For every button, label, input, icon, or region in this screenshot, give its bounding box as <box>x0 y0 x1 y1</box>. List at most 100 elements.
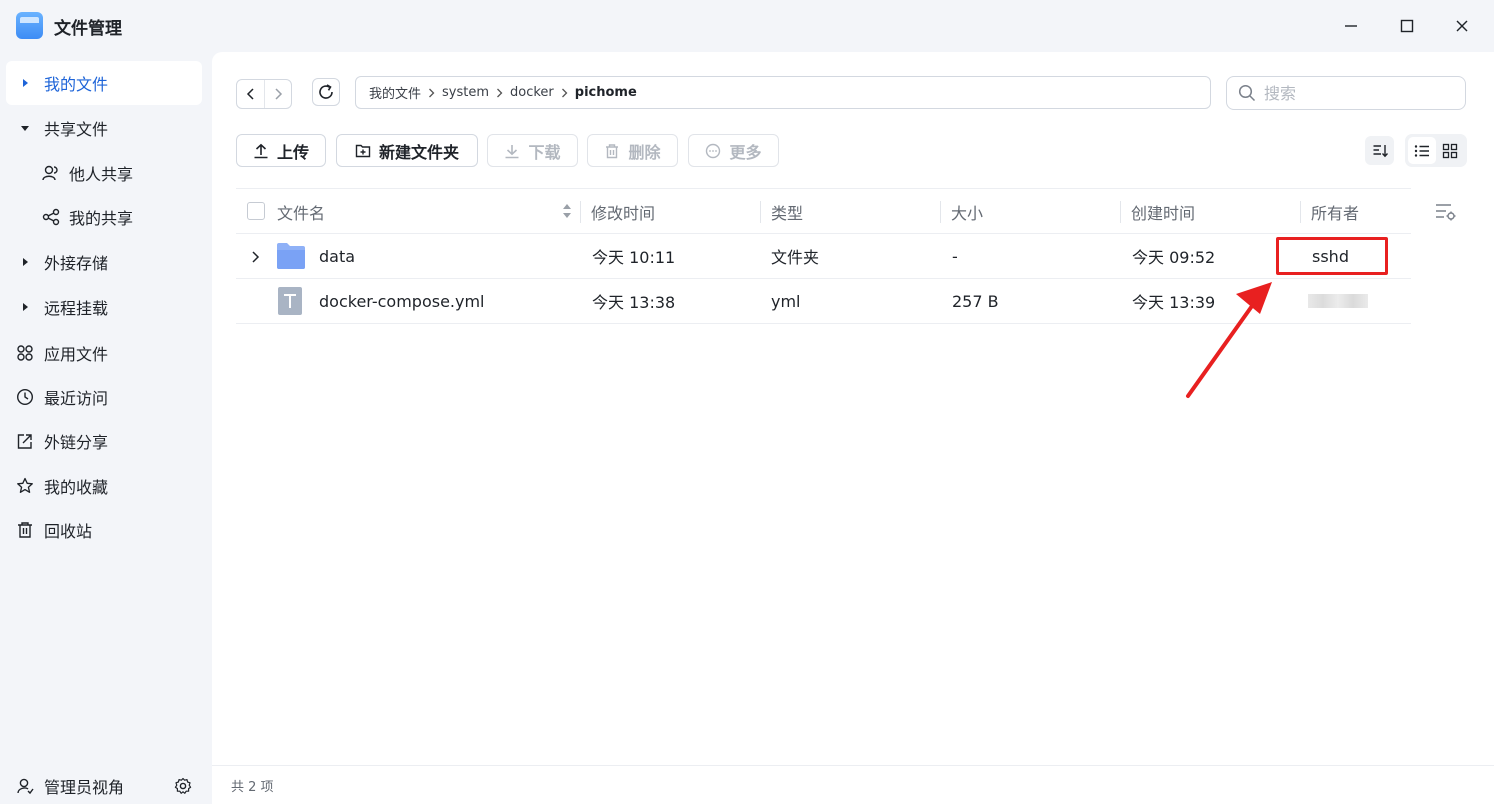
sort-arrows-icon[interactable] <box>562 202 572 224</box>
column-header-name[interactable]: 文件名 <box>277 189 325 234</box>
sidebar-item-external-storage[interactable]: 外接存储 <box>6 240 202 284</box>
star-icon <box>16 477 34 495</box>
sidebar-item-label: 远程挂载 <box>44 299 109 318</box>
sidebar-item-label: 最近访问 <box>44 389 109 408</box>
item-count: 共 2 项 <box>231 779 274 795</box>
minimize-icon <box>1345 25 1357 27</box>
modified-time: 今天 10:11 <box>592 248 676 267</box>
clock-icon <box>16 388 34 406</box>
table-row[interactable]: data 今天 10:11 文件夹 - 今天 09:52 sshd <box>236 234 1411 279</box>
sidebar-item-label: 我的收藏 <box>44 478 109 497</box>
sidebar-item-recycle-bin[interactable]: 回收站 <box>6 508 202 552</box>
trash-icon <box>16 521 34 539</box>
refresh-icon <box>319 84 333 99</box>
column-header-size[interactable]: 大小 <box>951 189 983 234</box>
download-button[interactable]: 下载 <box>487 134 578 167</box>
close-button[interactable] <box>1448 12 1476 40</box>
column-divider[interactable] <box>760 201 761 223</box>
breadcrumb-current: pichome <box>574 85 637 100</box>
delete-button[interactable]: 删除 <box>587 134 678 167</box>
status-bar: 共 2 项 <box>212 765 1494 804</box>
annotation-highlight-box <box>1276 237 1388 275</box>
apps-icon <box>16 344 34 362</box>
sidebar-item-my-shares[interactable]: 我的共享 <box>36 195 202 239</box>
column-divider[interactable] <box>1300 201 1301 223</box>
sidebar-item-recent[interactable]: 最近访问 <box>6 375 202 419</box>
breadcrumb[interactable]: 我的文件 system docker pichome <box>355 76 1211 109</box>
sidebar-item-shared-with-me[interactable]: 他人共享 <box>36 151 202 195</box>
upload-icon <box>253 143 269 159</box>
sidebar-item-shared-files[interactable]: 共享文件 <box>6 106 202 150</box>
title-bar: 文件管理 <box>0 0 1494 52</box>
grid-icon <box>1442 143 1458 158</box>
search-input[interactable] <box>1264 83 1454 103</box>
new-folder-icon <box>355 143 371 159</box>
annotation-arrow <box>1180 280 1280 404</box>
sidebar-item-external-links[interactable]: 外链分享 <box>6 419 202 463</box>
file-name: data <box>319 246 356 266</box>
file-type: 文件夹 <box>771 248 820 267</box>
column-settings-icon[interactable] <box>1435 202 1457 226</box>
more-label: 更多 <box>729 142 762 162</box>
admin-view-label: 管理员视角 <box>44 778 125 797</box>
sidebar-item-label: 应用文件 <box>44 345 109 364</box>
table-header: 文件名 修改时间 类型 大小 创建时间 所有者 <box>236 188 1411 234</box>
admin-view-toggle[interactable]: 管理员视角 <box>0 768 212 804</box>
search-box[interactable] <box>1226 76 1466 110</box>
chevron-right-icon <box>496 88 503 98</box>
main-panel: 我的文件 system docker pichome 上传 新建文件夹 下载 删… <box>212 52 1494 804</box>
sidebar-item-label: 外接存储 <box>44 254 109 273</box>
forward-button[interactable] <box>264 80 291 108</box>
maximize-button[interactable] <box>1393 12 1421 40</box>
created-time: 今天 09:52 <box>1132 248 1216 267</box>
file-size: - <box>952 246 958 266</box>
upload-button[interactable]: 上传 <box>236 134 326 167</box>
caret-right-icon <box>18 302 32 312</box>
more-icon <box>705 143 721 159</box>
back-button[interactable] <box>237 80 264 108</box>
more-button[interactable]: 更多 <box>688 134 779 167</box>
column-divider[interactable] <box>940 201 941 223</box>
sidebar-item-remote-mount[interactable]: 远程挂载 <box>6 285 202 329</box>
chevron-left-icon <box>246 88 254 100</box>
refresh-button[interactable] <box>312 78 340 106</box>
breadcrumb-item[interactable]: 我的文件 <box>369 83 421 102</box>
view-toggle <box>1405 134 1467 167</box>
chevron-right-icon <box>428 88 435 98</box>
grid-view-button[interactable] <box>1436 137 1464 164</box>
external-link-icon <box>16 432 34 450</box>
select-all-checkbox[interactable] <box>247 202 265 220</box>
chevron-right-icon[interactable] <box>250 249 260 268</box>
sidebar-item-app-files[interactable]: 应用文件 <box>6 331 202 375</box>
download-label: 下载 <box>528 142 561 162</box>
users-icon <box>42 164 60 182</box>
folder-icon <box>276 242 306 274</box>
file-manager-app-icon <box>16 12 43 39</box>
column-header-modified[interactable]: 修改时间 <box>591 189 655 234</box>
sidebar-item-label: 回收站 <box>44 522 93 541</box>
sidebar-item-label: 我的共享 <box>69 209 134 228</box>
maximize-icon <box>1400 19 1414 33</box>
list-icon <box>1414 144 1429 157</box>
close-icon <box>1456 20 1468 32</box>
sort-button[interactable] <box>1365 136 1394 165</box>
column-header-type[interactable]: 类型 <box>771 189 803 234</box>
column-header-created[interactable]: 创建时间 <box>1131 189 1195 234</box>
sidebar-item-label: 外链分享 <box>44 433 109 452</box>
breadcrumb-item[interactable]: docker <box>510 85 554 100</box>
gear-icon[interactable] <box>174 777 192 795</box>
sidebar-item-my-files[interactable]: 我的文件 <box>6 61 202 105</box>
redacted-owner-blur <box>1308 294 1368 308</box>
column-divider[interactable] <box>1120 201 1121 223</box>
breadcrumb-item[interactable]: system <box>442 85 489 100</box>
sidebar-item-favorites[interactable]: 我的收藏 <box>6 464 202 508</box>
sidebar-item-label: 他人共享 <box>69 165 134 184</box>
column-header-owner[interactable]: 所有者 <box>1311 189 1359 234</box>
share-icon <box>42 208 60 226</box>
column-divider[interactable] <box>580 201 581 223</box>
search-icon <box>1238 84 1256 102</box>
chevron-right-icon <box>561 88 568 98</box>
list-view-button[interactable] <box>1408 137 1436 164</box>
new-folder-button[interactable]: 新建文件夹 <box>336 134 478 167</box>
minimize-button[interactable] <box>1337 12 1365 40</box>
